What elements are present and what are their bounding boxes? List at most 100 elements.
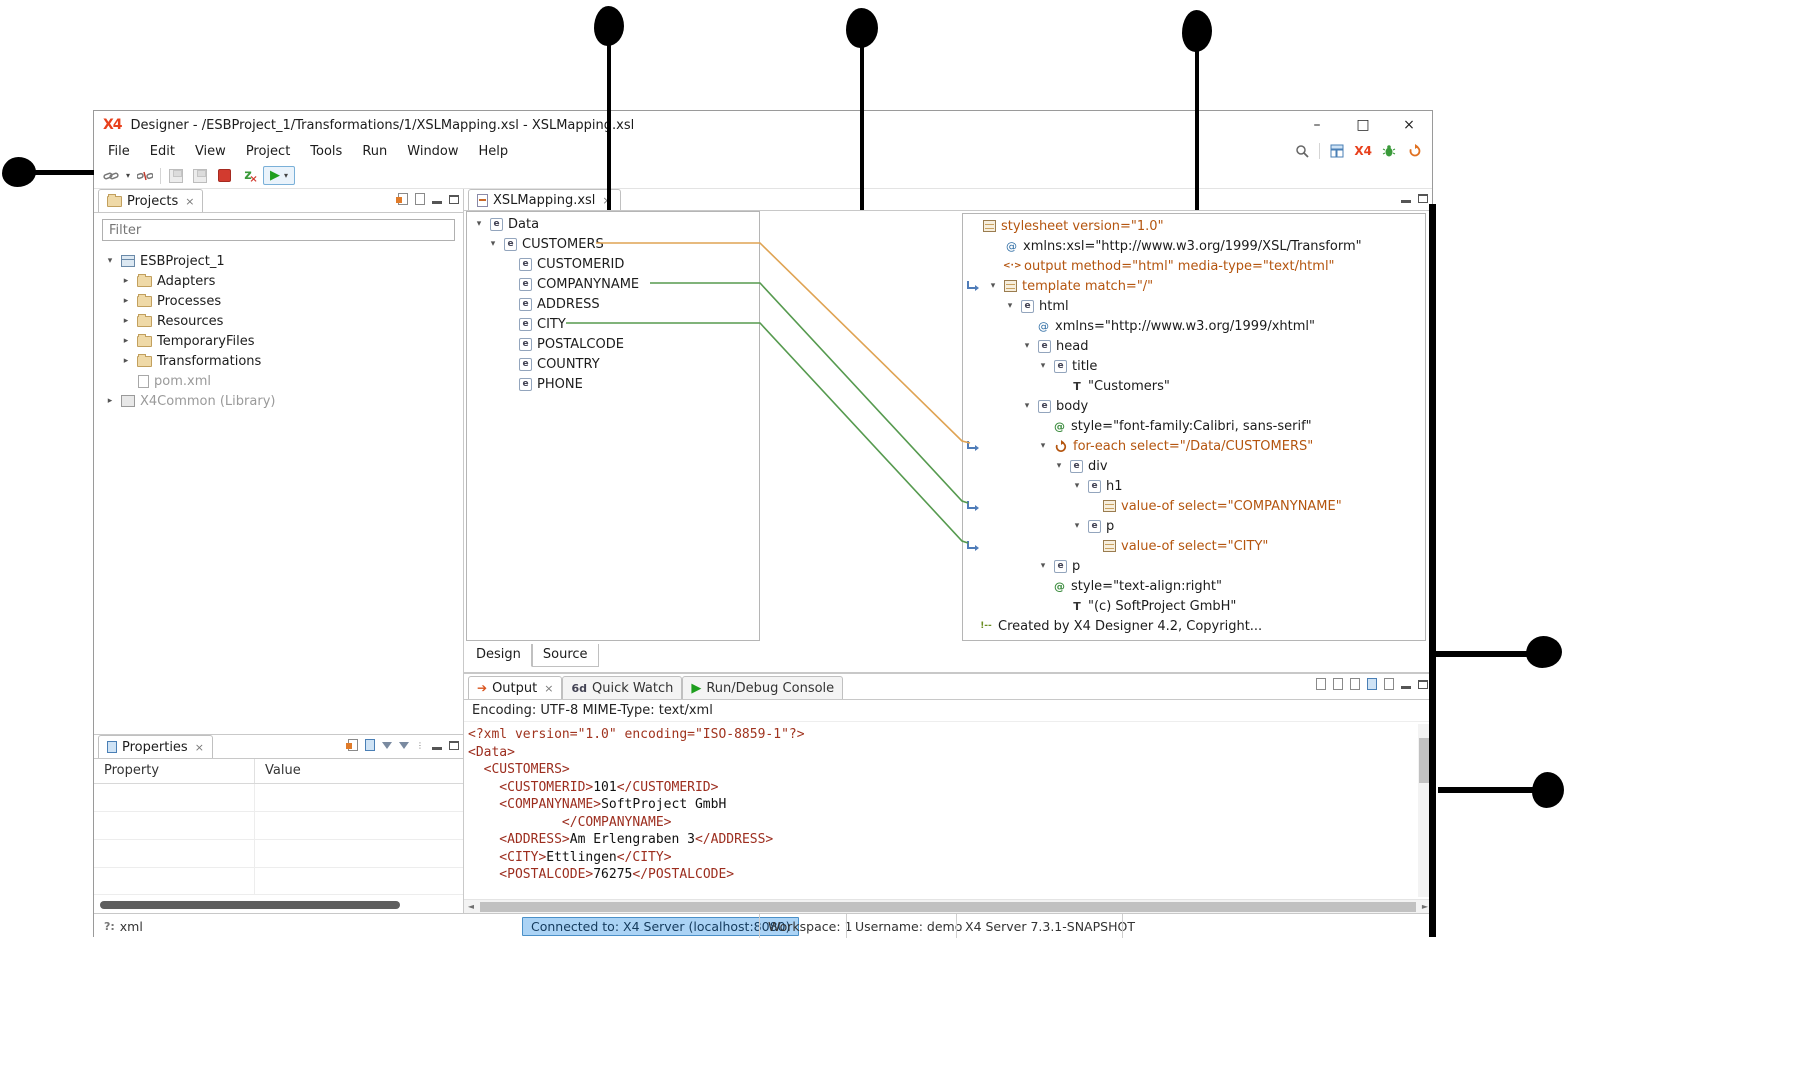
x4-perspective-icon[interactable]: X4: [1354, 144, 1372, 158]
tree-item-processes[interactable]: ▸ Processes: [94, 291, 463, 311]
chevron-down-icon[interactable]: ▾: [1037, 441, 1049, 451]
chevron-down-icon[interactable]: ▾: [1071, 481, 1083, 491]
source-node-data[interactable]: ▾ e Data: [467, 214, 759, 234]
xsl-node-body-style[interactable]: @ style="font-family:Calibri, sans-serif…: [963, 416, 1425, 436]
xsl-node-h1[interactable]: ▾ e h1: [963, 476, 1425, 496]
source-node-postalcode[interactable]: e POSTALCODE: [467, 334, 759, 354]
maximize-icon[interactable]: [1418, 680, 1428, 689]
minimize-icon[interactable]: [432, 201, 442, 204]
horizontal-scrollbar[interactable]: ◄ ►: [464, 899, 1432, 913]
tree-item-transformations[interactable]: ▸ Transformations: [94, 351, 463, 371]
tree-item-pom-xml[interactable]: pom.xml: [94, 371, 463, 391]
minimize-icon[interactable]: [1401, 200, 1411, 203]
run-button[interactable]: ▶ ▾: [263, 166, 295, 185]
property-row[interactable]: [94, 784, 463, 812]
scroll-left-icon[interactable]: ◄: [464, 902, 478, 911]
xsl-node-text-copyright[interactable]: T "(c) SoftProject GmbH": [963, 596, 1425, 616]
chevron-right-icon[interactable]: ▸: [120, 336, 132, 346]
menu-window[interactable]: Window: [397, 142, 468, 161]
property-row[interactable]: [94, 840, 463, 868]
xsl-node-p2-style[interactable]: @ style="text-align:right": [963, 576, 1425, 596]
copy-output-icon[interactable]: [1350, 678, 1360, 690]
xsl-node-html[interactable]: ▾ e html: [963, 296, 1425, 316]
xsl-node-p2[interactable]: ▾ e p: [963, 556, 1425, 576]
new-property-icon[interactable]: [348, 739, 358, 751]
scrollbar-thumb[interactable]: [1419, 738, 1429, 783]
xsl-node-comment[interactable]: !-- Created by X4 Designer 4.2, Copyrigh…: [963, 616, 1425, 636]
collapse-all-icon[interactable]: [398, 193, 408, 205]
source-node-city[interactable]: e CITY: [467, 314, 759, 334]
chevron-right-icon[interactable]: ▸: [120, 296, 132, 306]
search-icon[interactable]: [1293, 142, 1311, 160]
select-output-icon[interactable]: [1333, 678, 1343, 690]
chevron-down-icon[interactable]: ▾: [1037, 361, 1049, 371]
source-node-phone[interactable]: e PHONE: [467, 374, 759, 394]
debug-bug-icon[interactable]: [1380, 142, 1398, 160]
property-row[interactable]: [94, 812, 463, 840]
chevron-down-icon[interactable]: ▾: [1021, 341, 1033, 351]
xsl-node-stylesheet[interactable]: stylesheet version="1.0": [963, 216, 1425, 236]
tab-design[interactable]: Design: [466, 644, 532, 667]
menu-file[interactable]: File: [98, 142, 140, 161]
tab-run-debug-console[interactable]: ▶ Run/Debug Console: [682, 676, 843, 699]
export-output-icon[interactable]: [1384, 678, 1394, 690]
view-menu-icon[interactable]: ⋮: [416, 741, 425, 750]
xsl-node-for-each[interactable]: ▾ for-each select="/Data/CUSTOMERS": [963, 436, 1425, 456]
chevron-right-icon[interactable]: ▸: [120, 356, 132, 366]
xsl-node-template[interactable]: ▾ template match="/": [963, 276, 1425, 296]
xsl-node-title[interactable]: ▾ e title: [963, 356, 1425, 376]
source-node-companyname[interactable]: e COMPANYNAME: [467, 274, 759, 294]
tab-xslmapping[interactable]: XSLMapping.xsl ×: [468, 189, 621, 210]
menu-run[interactable]: Run: [352, 142, 397, 161]
xsl-node-xmlns-xsl[interactable]: @ xmlns:xsl="http://www.w3.org/1999/XSL/…: [963, 236, 1425, 256]
chevron-right-icon[interactable]: ▸: [120, 316, 132, 326]
link-with-editor-icon[interactable]: [415, 193, 425, 205]
maximize-icon[interactable]: [449, 741, 459, 750]
tree-item-esbproject[interactable]: ▾ ESBProject_1: [94, 251, 463, 271]
maximize-icon[interactable]: [1418, 194, 1428, 203]
source-node-customers[interactable]: ▾ e CUSTOMERS: [467, 234, 759, 254]
link-icon[interactable]: [102, 167, 120, 185]
xsl-node-div[interactable]: ▾ e div: [963, 456, 1425, 476]
close-icon[interactable]: ×: [195, 741, 204, 754]
menu-project[interactable]: Project: [236, 142, 300, 161]
xsl-node-xmlns-xhtml[interactable]: @ xmlns="http://www.w3.org/1999/xhtml": [963, 316, 1425, 336]
xsl-node-output[interactable]: <·> output method="html" media-type="tex…: [963, 256, 1425, 276]
close-icon[interactable]: ×: [544, 682, 553, 695]
tree-item-temporaryfiles[interactable]: ▸ TemporaryFiles: [94, 331, 463, 351]
menu-view[interactable]: View: [185, 142, 236, 161]
menu-help[interactable]: Help: [469, 142, 519, 161]
terminate-icon[interactable]: [215, 167, 233, 185]
chevron-down-icon[interactable]: ▾: [1053, 461, 1065, 471]
tab-properties[interactable]: Properties ×: [98, 735, 213, 758]
property-column-header[interactable]: Property: [94, 763, 254, 778]
output-code[interactable]: <?xml version="1.0" encoding="ISO-8859-1…: [468, 726, 1414, 899]
unlink-icon[interactable]: [136, 167, 154, 185]
tree-view-icon[interactable]: [365, 739, 375, 751]
source-node-address[interactable]: e ADDRESS: [467, 294, 759, 314]
xsl-node-head[interactable]: ▾ e head: [963, 336, 1425, 356]
source-node-customerid[interactable]: e CUSTOMERID: [467, 254, 759, 274]
value-column-header[interactable]: Value: [254, 759, 463, 783]
maximize-icon[interactable]: [449, 195, 459, 204]
chevron-down-icon[interactable]: ▾: [104, 256, 116, 266]
chevron-down-icon[interactable]: ▾: [1071, 521, 1083, 531]
tree-item-resources[interactable]: ▸ Resources: [94, 311, 463, 331]
tree-item-adapters[interactable]: ▸ Adapters: [94, 271, 463, 291]
close-icon[interactable]: ×: [185, 195, 194, 208]
tab-source[interactable]: Source: [532, 644, 599, 667]
filter-icon[interactable]: [382, 742, 392, 749]
close-window-button[interactable]: ×: [1386, 111, 1432, 139]
run-dropdown-icon[interactable]: ▾: [284, 171, 288, 180]
property-row[interactable]: [94, 868, 463, 896]
chevron-right-icon[interactable]: ▸: [120, 276, 132, 286]
chevron-down-icon[interactable]: ▾: [487, 239, 499, 249]
link-dropdown-icon[interactable]: ▾: [126, 171, 130, 180]
minimize-icon[interactable]: [432, 747, 442, 750]
save-icon[interactable]: [167, 167, 185, 185]
scrollbar-thumb[interactable]: [480, 902, 1416, 912]
xsl-node-valueof-city[interactable]: value-of select="CITY": [963, 536, 1425, 556]
save-output-icon[interactable]: [1367, 678, 1377, 690]
save-all-icon[interactable]: [191, 167, 209, 185]
xsl-node-text-customers[interactable]: T "Customers": [963, 376, 1425, 396]
